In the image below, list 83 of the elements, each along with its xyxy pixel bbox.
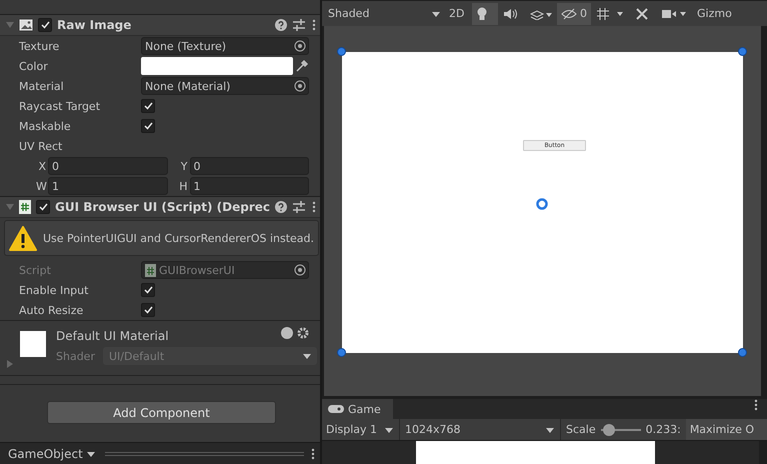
- checkbox[interactable]: [141, 119, 155, 133]
- number-field[interactable]: 1: [190, 177, 309, 195]
- preset-sliders-icon: [292, 201, 306, 213]
- component-header[interactable]: GUI Browser UI (Script) (Deprec: [0, 196, 320, 218]
- number-field[interactable]: 1: [48, 177, 168, 195]
- settings-icon: [297, 327, 309, 339]
- visibility-toggle[interactable]: 0: [557, 2, 591, 24]
- shader-label: Shader: [56, 350, 95, 362]
- object-field: GUIBrowserUI: [141, 261, 309, 279]
- lightbulb-toggle[interactable]: [472, 2, 498, 24]
- anchor-handle[interactable]: [337, 348, 346, 357]
- more-options-icon: [311, 19, 317, 31]
- axis-label: W: [36, 180, 46, 192]
- property-label: Enable Input: [19, 284, 90, 296]
- game-tab[interactable]: Game: [322, 399, 393, 419]
- image-icon: [19, 19, 33, 31]
- checkmark-icon: [40, 21, 50, 29]
- caret-icon: [546, 426, 554, 434]
- slider-thumb[interactable]: [603, 424, 616, 436]
- resize-handle[interactable]: [104, 452, 304, 456]
- caret-icon: [303, 352, 311, 360]
- loading-ring-icon: [536, 198, 548, 210]
- axis-label: H: [178, 180, 188, 192]
- number-field[interactable]: 0: [190, 157, 309, 175]
- object-picker-icon: [294, 264, 306, 276]
- material-preview: [20, 331, 46, 357]
- component-header[interactable]: Raw Image: [0, 14, 320, 36]
- property-label: Maskable: [19, 120, 72, 132]
- property-label: Color: [19, 60, 49, 72]
- gamepad-icon: [328, 404, 344, 414]
- camera-icon: [662, 8, 688, 20]
- component-title: Raw Image: [57, 18, 132, 32]
- more-options-icon: [753, 399, 759, 411]
- checkmark-icon: [144, 102, 152, 110]
- script-file-icon: [145, 264, 156, 276]
- scale-label: Scale: [565, 423, 597, 436]
- hidden-eye-icon: [561, 8, 577, 20]
- caret-icon: [432, 10, 440, 18]
- checkmark-icon: [144, 286, 152, 294]
- maximize-button[interactable]: Maximize O: [686, 419, 767, 440]
- more-options-icon: [310, 448, 316, 460]
- anchor-handle[interactable]: [337, 47, 346, 56]
- color-swatch[interactable]: [141, 57, 293, 75]
- property-label: Texture: [19, 40, 60, 52]
- tools-icon: [635, 6, 649, 20]
- component-title: GUI Browser UI (Script) (Deprec: [55, 200, 270, 214]
- anchor-handle[interactable]: [738, 348, 747, 357]
- caret-icon: [385, 426, 393, 434]
- checkbox[interactable]: [141, 283, 155, 297]
- object-picker-icon: [294, 40, 306, 52]
- caret-icon: [86, 450, 95, 458]
- property-label: UV Rect: [19, 140, 64, 152]
- preset-sliders-icon: [292, 19, 306, 31]
- checkbox[interactable]: [141, 99, 155, 113]
- warning-icon: [9, 226, 37, 250]
- grid-icon: [596, 6, 626, 20]
- property-label: Material: [19, 80, 65, 92]
- anchor-handle[interactable]: [738, 47, 747, 56]
- checkmark-icon: [38, 203, 48, 211]
- axis-label: Y: [180, 160, 188, 172]
- enabled-checkbox[interactable]: [38, 18, 52, 32]
- property-label: Raycast Target: [19, 100, 102, 112]
- checkmark-icon: [144, 306, 152, 314]
- scale-value: 0.233:: [644, 423, 682, 436]
- number-field[interactable]: 0: [48, 157, 168, 175]
- object-picker-icon: [294, 80, 306, 92]
- more-options-icon: [311, 201, 317, 213]
- gameobject-dropdown[interactable]: GameObject: [4, 446, 99, 460]
- property-label: Auto Resize: [19, 304, 84, 316]
- layers-icon: [530, 8, 552, 20]
- lightbulb-icon: [476, 6, 488, 20]
- checkbox[interactable]: [141, 303, 155, 317]
- material-name: Default UI Material: [56, 329, 169, 343]
- object-field[interactable]: None (Texture): [141, 37, 309, 55]
- enabled-checkbox[interactable]: [36, 200, 50, 214]
- speaker-icon: [503, 8, 517, 20]
- object-field[interactable]: None (Material): [141, 77, 309, 95]
- add-component-button[interactable]: Add Component: [47, 401, 276, 424]
- axis-label: X: [37, 160, 46, 172]
- script-file-icon: [19, 200, 31, 214]
- property-label: Script: [19, 264, 52, 276]
- warning-text: Use PointerUIGUI and CursorRendererOS instead.: [43, 232, 314, 244]
- checkmark-icon: [144, 122, 152, 130]
